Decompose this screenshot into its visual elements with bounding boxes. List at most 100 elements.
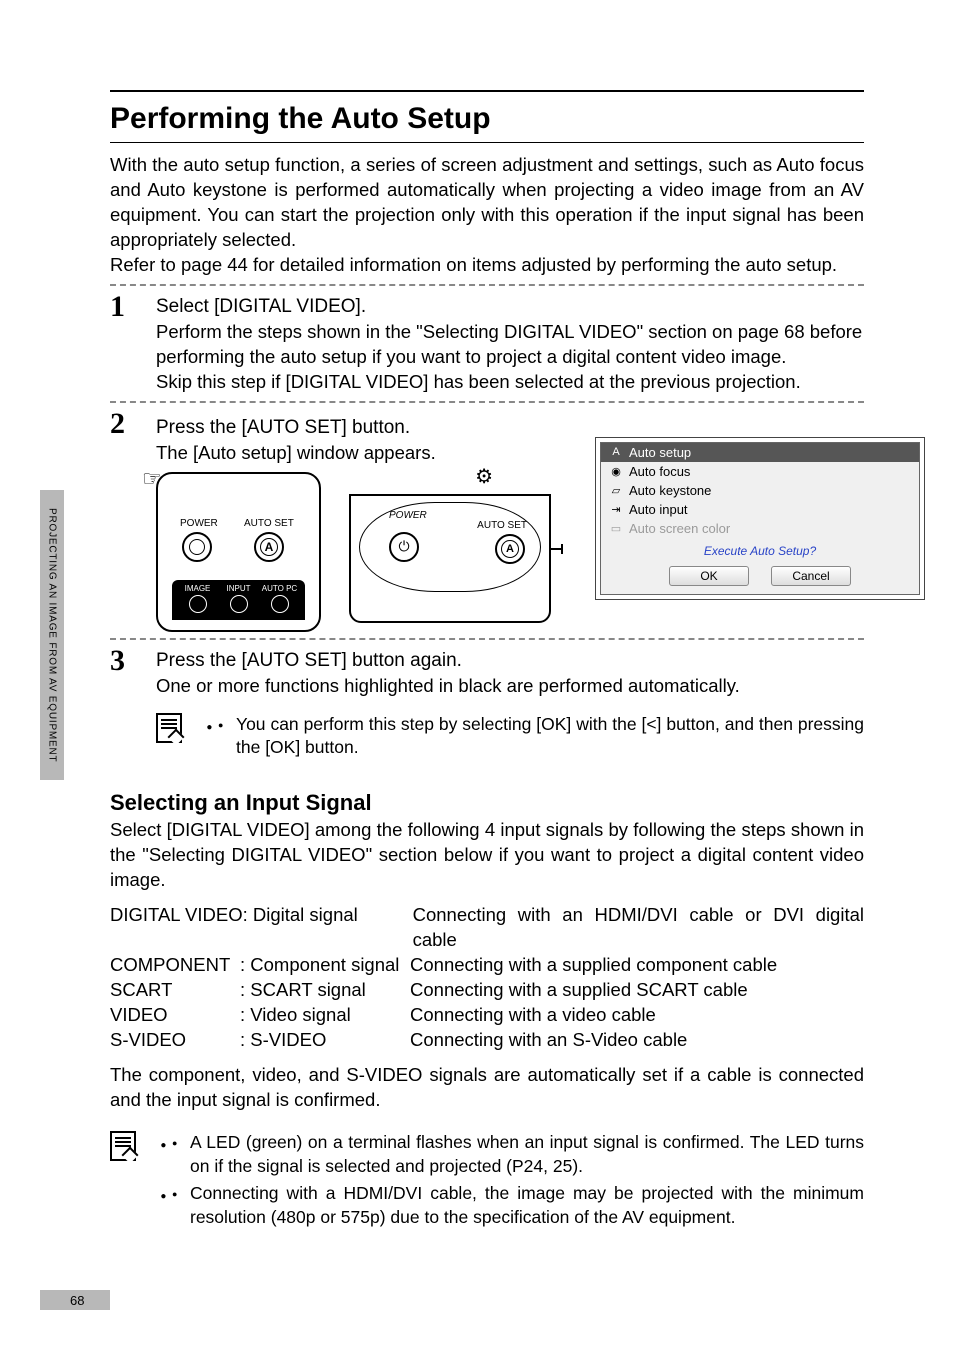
remote-autopc-label: AUTO PC	[262, 584, 297, 593]
step-1: 1 Select [DIGITAL VIDEO]. Perform the st…	[110, 292, 864, 395]
step-1-number: 1	[110, 292, 138, 395]
dialog-ok-button[interactable]: OK	[669, 566, 749, 586]
note-icon	[156, 713, 182, 743]
signal-row: S-VIDEO: S-VIDEOConnecting with an S-Vid…	[110, 1028, 864, 1053]
step-3-body: Press the [AUTO SET] button again. One o…	[156, 646, 864, 699]
step-2-body: Press the [AUTO SET] button. The [Auto s…	[156, 409, 925, 632]
remote-image-label: IMAGE	[185, 584, 211, 593]
signal-name: SCART	[110, 978, 240, 1003]
signal-type: : S-VIDEO	[240, 1028, 410, 1053]
toppanel-autoset-label: AUTO SET	[477, 520, 527, 531]
step-1-text-b: Skip this step if [DIGITAL VIDEO] has be…	[156, 370, 864, 395]
dialog-option-icon: A	[609, 446, 623, 458]
dialog-option[interactable]: A Auto setup	[601, 443, 919, 462]
dialog-option-list: A Auto setup ◉ Auto focus ▱ Auto keystone ⇥ Aut…	[601, 443, 919, 538]
remote-image-icon	[189, 595, 207, 613]
signal-type: : Digital signal	[243, 903, 413, 953]
section-tab-label: PROJECTING AN IMAGE FROM AV EQUIPMENT	[47, 508, 58, 762]
top-panel-illustration: ⚙ POWER AUTO SET A	[345, 472, 555, 627]
signal-type: : Video signal	[240, 1003, 410, 1028]
signal-name: DIGITAL VIDEO	[110, 903, 243, 953]
step-3: 3 Press the [AUTO SET] button again. One…	[110, 646, 864, 699]
step-2: 2 Press the [AUTO SET] button. The [Auto…	[110, 409, 864, 632]
dialog-cancel-button[interactable]: Cancel	[771, 566, 851, 586]
signal-description: Connecting with a supplied SCART cable	[410, 978, 864, 1003]
signal-description: Connecting with an HDMI/DVI cable or DVI…	[413, 903, 864, 953]
intro-reference-line: Refer to page 44 for detailed informatio…	[110, 253, 864, 278]
dialog-option-icon: ⇥	[609, 503, 623, 516]
signal-row: DIGITAL VIDEO: Digital signalConnecting …	[110, 903, 864, 953]
dialog-prompt: Execute Auto Setup?	[601, 544, 919, 558]
step-2-number: 2	[110, 409, 138, 632]
step-1-body: Select [DIGITAL VIDEO]. Perform the step…	[156, 292, 864, 395]
divider	[110, 401, 864, 403]
signal-description: Connecting with a video cable	[410, 1003, 864, 1028]
dialog-option-icon: ▱	[609, 484, 623, 497]
toppanel-power-icon	[389, 532, 419, 562]
signal-table: DIGITAL VIDEO: Digital signalConnecting …	[110, 903, 864, 1053]
signal-row: SCART: SCART signalConnecting with a sup…	[110, 978, 864, 1003]
signal-row: VIDEO: Video signalConnecting with a vid…	[110, 1003, 864, 1028]
page: PROJECTING AN IMAGE FROM AV EQUIPMENT Pe…	[0, 0, 954, 1352]
note-block-1: You can perform this step by selecting […	[156, 713, 864, 764]
remote-power-button-icon	[182, 532, 212, 562]
signal-type: : Component signal	[240, 953, 410, 978]
dialog-option-label: Auto setup	[629, 445, 691, 460]
step-2-text: The [Auto setup] window appears.	[156, 441, 555, 466]
step-1-text-a: Perform the steps shown in the "Selectin…	[156, 320, 864, 370]
signal-description: Connecting with a supplied component cab…	[410, 953, 864, 978]
subheading: Selecting an Input Signal	[110, 790, 864, 816]
toppanel-autoset-icon: A	[495, 534, 525, 564]
autoset-a-glyph: A	[260, 538, 278, 556]
dialog-option[interactable]: ◉ Auto focus	[601, 462, 919, 481]
note-icon	[110, 1131, 136, 1161]
remote-input-icon	[230, 595, 248, 613]
remote-input-label: INPUT	[227, 584, 251, 593]
step-2-title: Press the [AUTO SET] button.	[156, 417, 555, 439]
dialog-option-label: Auto input	[629, 502, 688, 517]
page-title: Performing the Auto Setup	[110, 90, 864, 143]
signal-type: : SCART signal	[240, 978, 410, 1003]
toppanel-power-label: POWER	[389, 510, 427, 521]
divider	[110, 638, 864, 640]
dialog-option-icon: ▭	[609, 522, 623, 535]
dialog-option[interactable]: ▱ Auto keystone	[601, 481, 919, 500]
step-1-title: Select [DIGITAL VIDEO].	[156, 296, 864, 318]
signal-name: COMPONENT	[110, 953, 240, 978]
note-2-list: A LED (green) on a terminal flashes when…	[154, 1131, 864, 1230]
section-tab: PROJECTING AN IMAGE FROM AV EQUIPMENT	[40, 490, 64, 780]
remote-illustration: ☞ POWER AUTO SET A IMAGE INPUT AUTO PC	[156, 472, 321, 632]
remote-power-label: POWER	[180, 518, 218, 529]
remote-autoset-label: AUTO SET	[244, 518, 294, 529]
illustrations-row: ☞ POWER AUTO SET A IMAGE INPUT AUTO PC	[156, 472, 555, 632]
dialog-option-label: Auto focus	[629, 464, 690, 479]
signal-description: Connecting with an S-Video cable	[410, 1028, 864, 1053]
signal-name: S-VIDEO	[110, 1028, 240, 1053]
after-table-paragraph: The component, video, and S-VIDEO signal…	[110, 1063, 864, 1113]
signal-name: VIDEO	[110, 1003, 240, 1028]
signal-row: COMPONENT: Component signalConnecting wi…	[110, 953, 864, 978]
step-3-title: Press the [AUTO SET] button again.	[156, 650, 864, 672]
pointing-hand-icon: ☞	[142, 466, 162, 492]
dialog-option-label: Auto screen color	[629, 521, 730, 536]
step-3-text: One or more functions highlighted in bla…	[156, 674, 864, 699]
divider	[110, 284, 864, 286]
note-1-text: You can perform this step by selecting […	[218, 713, 864, 760]
intro-paragraph: With the auto setup function, a series o…	[110, 153, 864, 253]
page-number-value: 68	[70, 1293, 84, 1308]
note-2-item: Connecting with a HDMI/DVI cable, the im…	[172, 1182, 864, 1229]
note-2-item: A LED (green) on a terminal flashes when…	[172, 1131, 864, 1178]
dialog-option-icon: ◉	[609, 465, 623, 478]
page-number: 68	[40, 1290, 110, 1310]
dialog-option-label: Auto keystone	[629, 483, 711, 498]
dialog-option[interactable]: ▭ Auto screen color	[601, 519, 919, 538]
remote-bottom-row: IMAGE INPUT AUTO PC	[172, 580, 305, 620]
remote-autoset-button-icon: A	[254, 532, 284, 562]
step-3-number: 3	[110, 646, 138, 699]
auto-setup-dialog: A Auto setup ◉ Auto focus ▱ Auto keystone ⇥ Aut…	[595, 437, 925, 600]
remote-autopc-icon	[271, 595, 289, 613]
sub-intro: Select [DIGITAL VIDEO] among the followi…	[110, 818, 864, 893]
note-block-2: A LED (green) on a terminal flashes when…	[110, 1131, 864, 1234]
gear-icon: ⚙	[475, 464, 493, 489]
dialog-option[interactable]: ⇥ Auto input	[601, 500, 919, 519]
